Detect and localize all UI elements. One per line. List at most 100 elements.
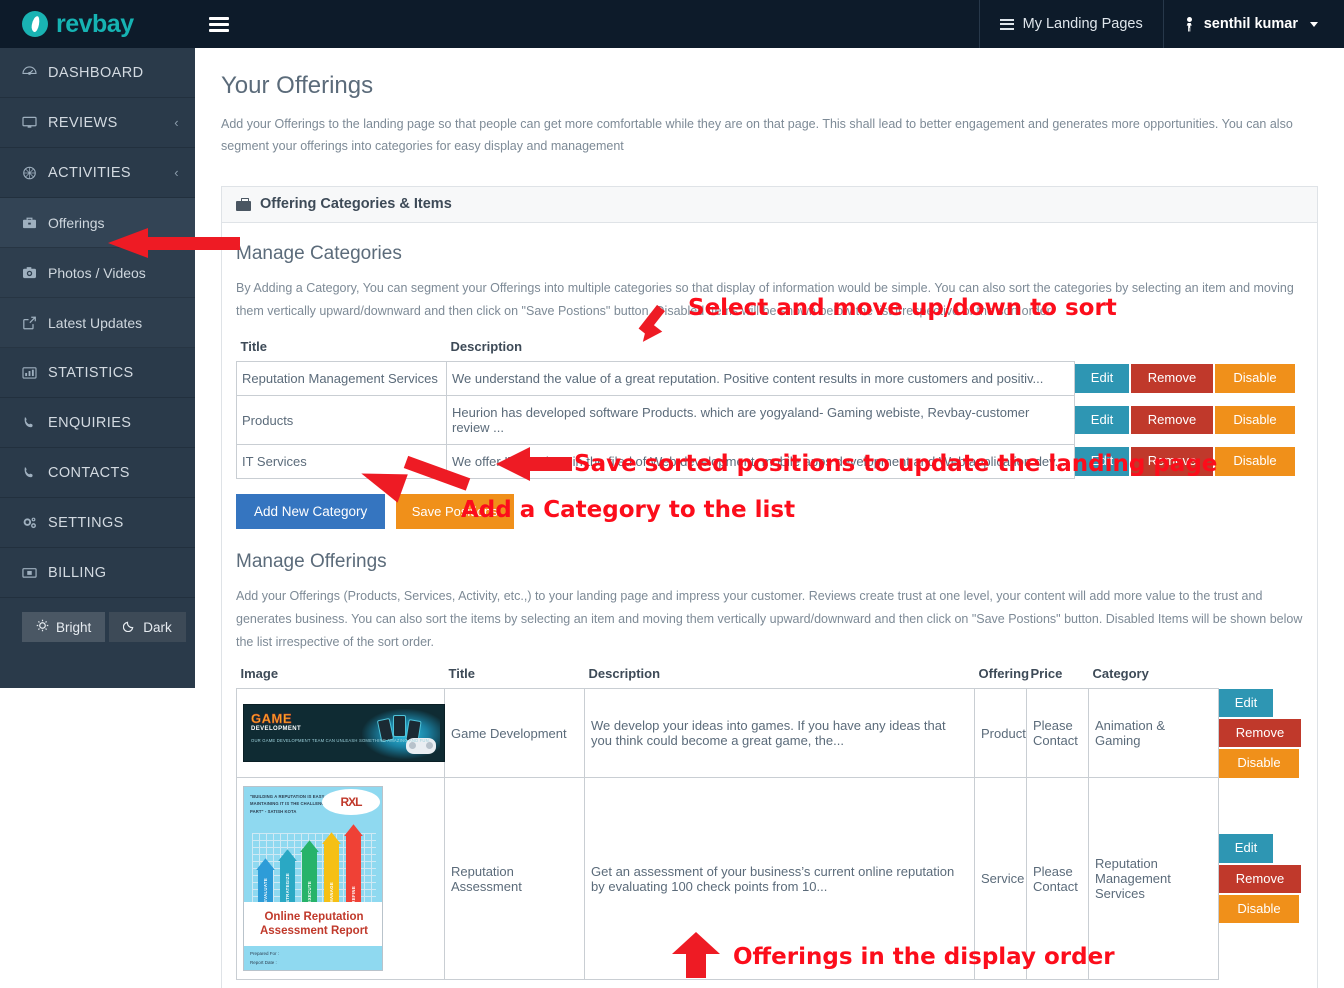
col-description: Description — [588, 666, 661, 682]
table-row[interactable]: Reputation Management Services We unders… — [236, 361, 1303, 396]
category-title: Reputation Management Services — [236, 361, 447, 396]
theme-bright-button[interactable]: Bright — [22, 612, 106, 642]
remove-button[interactable]: Remove — [1219, 864, 1301, 893]
game-development-banner-image: GAME DEVELOPMENT OUR GAME DEVELOPMENT TE… — [243, 704, 445, 763]
disable-button[interactable]: Disable — [1219, 894, 1299, 924]
offering-type: Product — [974, 688, 1027, 779]
sidebar-item-statistics[interactable]: STATISTICS — [0, 348, 195, 398]
banner-title: GAME — [251, 711, 292, 727]
edit-button[interactable]: Edit — [1075, 405, 1129, 435]
sidebar-label: REVIEWS — [48, 114, 118, 131]
table-row[interactable]: GAME DEVELOPMENT OUR GAME DEVELOPMENT TE… — [236, 688, 1309, 779]
annotation-sort-text: Select and move up/down to sort — [688, 295, 1117, 321]
briefcase-icon — [236, 197, 251, 211]
bar-label: MANAGE — [329, 882, 334, 904]
cover-prepared-for: Prepared For : — [250, 951, 280, 957]
theme-bright-label: Bright — [56, 619, 92, 635]
sidebar-item-latest-updates[interactable]: Latest Updates — [0, 298, 195, 348]
annotation-add-category-text: Add a Category to the list — [461, 497, 796, 523]
hamburger-icon — [209, 14, 229, 35]
navbar-right: My Landing Pages senthil kumar — [978, 0, 1344, 48]
remove-button[interactable]: Remove — [1131, 364, 1213, 393]
banner-tagline: OUR GAME DEVELOPMENT TEAM CAN UNLEASH SO… — [251, 738, 431, 744]
top-navbar: revbay My Landing Pages senthil kumar — [0, 0, 1344, 48]
sidebar-label: Photos / Videos — [48, 264, 146, 281]
col-price: Price — [1030, 666, 1063, 682]
offering-price: Please Contact — [1026, 688, 1089, 779]
remove-button[interactable]: Remove — [1219, 719, 1301, 748]
col-image: Image — [240, 666, 279, 682]
categories-header-row: Title Description — [237, 335, 1303, 362]
sidebar-item-dashboard[interactable]: DASHBOARD — [0, 48, 195, 98]
sidebar-item-billing[interactable]: BILLING — [0, 548, 195, 598]
disable-button[interactable]: Disable — [1219, 749, 1299, 778]
manage-offerings-description: Add your Offerings (Products, Services, … — [236, 589, 1303, 650]
card-body: Manage Categories By Adding a Category, … — [222, 223, 1317, 988]
revbay-logo-icon — [22, 11, 48, 37]
brand-logo[interactable]: revbay — [0, 0, 195, 48]
sidebar-label: ENQUIRIES — [48, 414, 132, 431]
cover-grid: EVALUATE STRATEGIZE EXECUTE MANAGE REFIN… — [252, 824, 376, 904]
sidebar-item-settings[interactable]: SETTINGS — [0, 498, 195, 548]
user-icon — [1184, 16, 1195, 32]
sidebar-item-reviews[interactable]: REVIEWS ‹ — [0, 98, 195, 148]
offering-title: Reputation Assessment — [444, 777, 585, 981]
manage-offerings-title: Manage Offerings — [236, 551, 387, 572]
edit-button[interactable]: Edit — [1075, 364, 1129, 393]
nav-my-landing-pages-label: My Landing Pages — [1022, 16, 1143, 32]
nav-my-landing-pages[interactable]: My Landing Pages — [978, 0, 1163, 48]
sidebar-label: SETTINGS — [48, 514, 124, 531]
manage-categories-title: Manage Categories — [236, 242, 402, 264]
card-header-label: Offering Categories & Items — [260, 196, 452, 213]
sidebar-toggle-button[interactable] — [195, 0, 243, 48]
theme-dark-label: Dark — [143, 619, 172, 635]
sun-icon — [36, 619, 49, 635]
gears-icon — [22, 516, 48, 530]
bar-chart-icon — [22, 366, 48, 379]
cover-report-date: Report Date : — [250, 959, 277, 965]
cover-footer: Prepared For : Report Date : — [244, 946, 382, 971]
sidebar-label: CONTACTS — [48, 464, 130, 481]
reputation-report-cover-image: "BUILDING A REPUTATION IS EASY, MAINTAIN… — [243, 786, 383, 972]
annotation-arrow-display-order — [672, 932, 722, 978]
sidebar-label: DASHBOARD — [48, 64, 144, 81]
sidebar: DASHBOARD REVIEWS ‹ ACTIVITIES ‹ Offerin… — [0, 48, 195, 688]
page-description: Add your Offerings to the landing page s… — [221, 117, 1293, 153]
page-title: Your Offerings — [221, 72, 374, 99]
sidebar-item-activities[interactable]: ACTIVITIES ‹ — [0, 148, 195, 198]
remove-button[interactable]: Remove — [1131, 405, 1213, 435]
sidebar-item-enquiries[interactable]: ENQUIRIES — [0, 398, 195, 448]
card-header: Offering Categories & Items — [222, 186, 1317, 223]
disable-button[interactable]: Disable — [1215, 447, 1295, 476]
category-description: We understand the value of a great reput… — [446, 361, 1075, 396]
nav-user-menu[interactable]: senthil kumar — [1162, 0, 1344, 48]
edit-button[interactable]: Edit — [1219, 834, 1273, 863]
briefcase-icon — [22, 216, 48, 229]
col-description: Description — [450, 339, 523, 354]
edit-button[interactable]: Edit — [1219, 688, 1273, 718]
offerings-header-row: Image Title Description Offering Price C… — [237, 662, 1309, 689]
sidebar-label: Latest Updates — [48, 314, 143, 331]
annotation-display-order-text: Offerings in the display order — [733, 944, 1115, 970]
disable-button[interactable]: Disable — [1215, 405, 1295, 435]
phone-icon — [22, 466, 48, 480]
annotation-arrow-offerings — [108, 228, 240, 258]
chevron-down-icon — [1310, 21, 1318, 27]
money-icon — [22, 567, 48, 579]
camera-icon — [22, 266, 48, 279]
offering-title: Game Development — [444, 688, 585, 779]
phone-icon — [22, 416, 48, 430]
disable-button[interactable]: Disable — [1215, 364, 1295, 393]
sidebar-item-contacts[interactable]: CONTACTS — [0, 448, 195, 498]
offering-image-cell: GAME DEVELOPMENT OUR GAME DEVELOPMENT TE… — [236, 688, 445, 779]
external-link-icon — [22, 316, 48, 330]
category-description: Heurion has developed software Products.… — [446, 395, 1075, 445]
sidebar-label: BILLING — [48, 564, 107, 581]
bar-label: REFINE — [351, 885, 356, 904]
theme-dark-button[interactable]: Dark — [109, 612, 186, 642]
annotation-arrow-save-positions — [496, 447, 572, 481]
offering-description: We develop your ideas into games. If you… — [584, 688, 975, 779]
list-icon — [999, 16, 1014, 32]
table-row[interactable]: Products Heurion has developed software … — [236, 395, 1303, 445]
col-offering: Offering — [978, 666, 1030, 682]
